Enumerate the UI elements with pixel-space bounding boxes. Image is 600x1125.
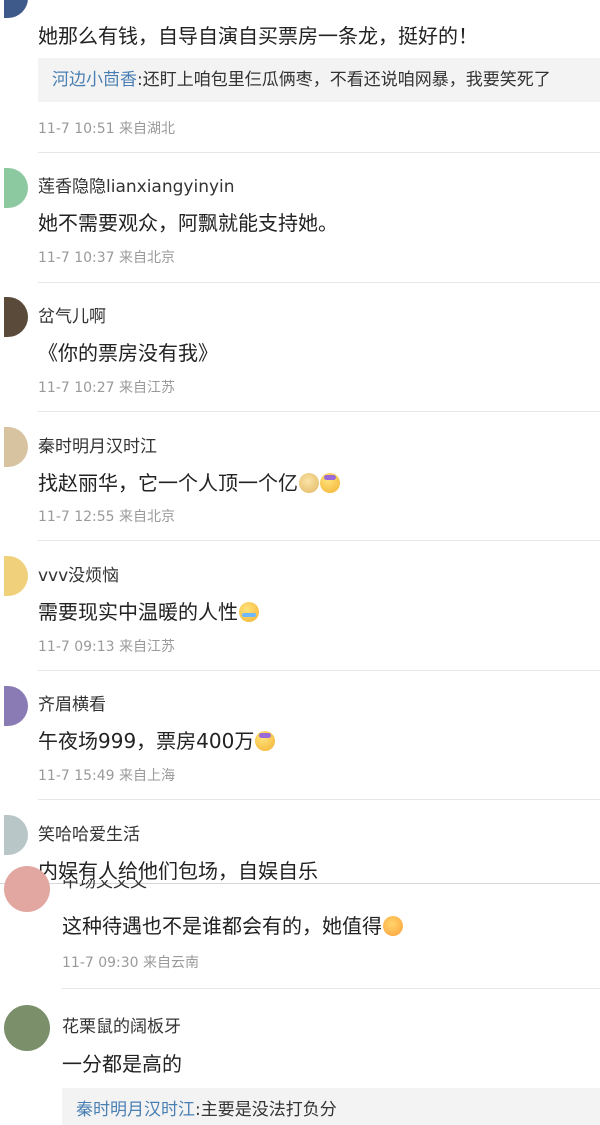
fear-emoji-icon [255, 731, 276, 751]
comment-text: 她不需要观众，阿飘就能支持她。 [38, 211, 338, 235]
username[interactable]: 花栗鼠的阔板牙 [62, 1012, 181, 1037]
username[interactable]: 笑哈哈爱生活 [38, 820, 140, 845]
avatar[interactable] [4, 0, 28, 18]
avatar[interactable] [4, 815, 28, 855]
username[interactable]: vvv没烦恼 [38, 561, 119, 586]
comment-text: 午夜场999，票房400万 [38, 725, 276, 754]
comment-text: 一分都是高的 [62, 1052, 182, 1076]
divider [38, 540, 600, 541]
comment-text: 她那么有钱，自导自演自买票房一条龙，挺好的！ [38, 24, 478, 48]
divider [38, 152, 600, 153]
comment-text-body: 找赵丽华，它一个人顶一个亿 [38, 471, 298, 495]
avatar[interactable] [4, 427, 28, 467]
fear-emoji-icon [320, 473, 340, 493]
comment-meta: 11-7 09:13 来自江苏 [38, 639, 176, 655]
reply-text: :还盯上咱包里仨瓜俩枣，不看还说咱网暴，我要笑死了 [137, 70, 551, 90]
reply-preview[interactable]: 秦时明月汉时江:主要是没法打负分 [62, 1088, 600, 1125]
comment-text-body: 需要现实中温暖的人性 [38, 600, 238, 624]
avatar[interactable] [4, 556, 28, 596]
divider [38, 670, 600, 671]
avatar[interactable] [4, 866, 50, 912]
comment-meta: 11-7 10:37 来自北京 [38, 250, 176, 266]
avatar[interactable] [4, 1005, 50, 1051]
comment-text-body: 这种待遇也不是谁都会有的，她值得 [62, 914, 382, 938]
comment-meta: 11-7 09:30 来自云南 [62, 955, 200, 971]
reply-username[interactable]: 河边小茴香 [52, 70, 137, 90]
comment-meta: 11-7 12:55 来自北京 [38, 509, 176, 525]
shock-emoji-icon [383, 916, 403, 936]
comment-meta: 11-7 10:27 来自江苏 [38, 380, 176, 396]
comment-text: 《你的票房没有我》 [38, 341, 218, 365]
comment-text: 找赵丽华，它一个人顶一个亿 [38, 467, 340, 496]
divider [38, 282, 600, 283]
cry-emoji-icon [239, 602, 259, 622]
divider [38, 799, 600, 800]
reply-text: :主要是没法打负分 [195, 1100, 337, 1120]
comment-meta: 11-7 15:49 来自上海 [38, 768, 176, 784]
username-cut[interactable]: 中场文文文 [62, 880, 172, 890]
username[interactable]: 秦时明月汉时江 [38, 432, 157, 457]
username[interactable]: 岔气儿啊 [38, 302, 106, 327]
divider [38, 411, 600, 412]
comment-text: 这种待遇也不是谁都会有的，她值得 [62, 910, 403, 939]
username[interactable]: 齐眉横看 [38, 690, 106, 715]
reply-preview[interactable]: 河边小茴香:还盯上咱包里仨瓜俩枣，不看还说咱网暴，我要笑死了 [38, 58, 600, 102]
comment-meta: 11-7 10:51 来自湖北 [38, 121, 176, 137]
username[interactable]: 莲香隐隐lianxiangyinyin [38, 172, 235, 197]
divider [62, 988, 600, 989]
avatar[interactable] [4, 686, 28, 726]
avatar[interactable] [4, 168, 28, 208]
reply-username[interactable]: 秦时明月汉时江 [76, 1100, 195, 1120]
comment-text: 需要现实中温暖的人性 [38, 596, 259, 625]
avatar[interactable] [4, 297, 28, 337]
comment-text-body: 午夜场999，票房400万 [38, 729, 255, 753]
doge-emoji-icon [299, 473, 319, 493]
